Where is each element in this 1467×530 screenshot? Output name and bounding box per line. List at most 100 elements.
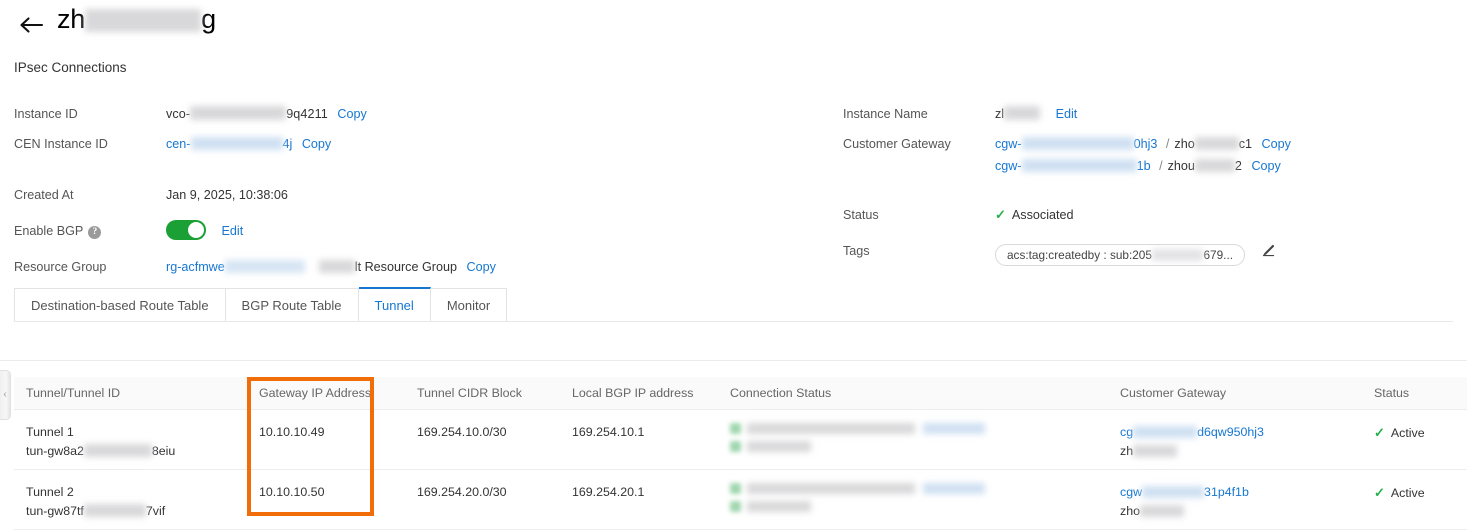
instance-id-redaction	[190, 106, 287, 120]
detail-column-left: Instance ID vco- 9q4211 Copy CEN Instance…	[14, 100, 834, 283]
customer-gateway-1-separator: /	[1165, 137, 1170, 151]
label-cen-instance-id: CEN Instance ID	[14, 137, 108, 151]
check-icon: ✓	[1374, 485, 1385, 500]
status-badge: Active	[1390, 426, 1425, 440]
status-text: Associated	[1011, 208, 1074, 222]
tab-tunnel[interactable]: Tunnel	[358, 287, 431, 322]
tab-monitor[interactable]: Monitor	[430, 288, 508, 322]
cell-local-bgp-ip: 169.254.10.1	[572, 425, 645, 439]
customer-gateway-name-redaction	[1133, 445, 1178, 457]
copy-instance-id-button[interactable]: Copy	[337, 107, 366, 121]
tab-bgp-route-table[interactable]: BGP Route Table	[225, 288, 359, 322]
detail-row-instance-name: Instance Name zl Edit	[843, 100, 1453, 130]
customer-gateway-id-prefix[interactable]: cg	[1120, 425, 1133, 439]
label-instance-id: Instance ID	[14, 107, 78, 121]
enable-bgp-label-text: Enable BGP	[14, 224, 84, 238]
table-row[interactable]: Tunnel 1 tun-gw8a2 8eiu 10.10.10.49 169.2…	[14, 410, 1467, 470]
collapse-handle-glyph: ‹	[3, 389, 7, 400]
cell-customer-gateway: cg d6qw950hj3 zh	[1108, 423, 1362, 461]
check-icon	[730, 423, 741, 434]
copy-resource-group-button[interactable]: Copy	[466, 260, 495, 274]
detail-row-enable-bgp: Enable BGP? Edit	[14, 217, 834, 247]
tab-bar-underline	[14, 321, 1453, 322]
column-header-customer-gateway: Customer Gateway	[1120, 385, 1227, 400]
cen-instance-id-link-suffix[interactable]: 4j	[283, 137, 293, 151]
cen-instance-id-link-prefix[interactable]: cen-	[166, 137, 191, 151]
instance-name-prefix: zl	[995, 107, 1005, 121]
column-header-status: Status	[1374, 385, 1410, 400]
customer-gateway-1-suffix[interactable]: 0hj3	[1134, 137, 1158, 151]
table-row[interactable]: Tunnel 2 tun-gw87tf 7vif 10.10.10.50 169.…	[14, 470, 1467, 530]
customer-gateway-name: zh	[1120, 442, 1350, 461]
page-title-prefix: zh	[57, 4, 86, 34]
customer-gateway-1-name-prefix: zho	[1174, 137, 1195, 151]
label-created-at: Created At	[14, 188, 74, 202]
cell-customer-gateway: cgw 31p4f1b zho	[1108, 483, 1362, 521]
customer-gateway-id: cg d6qw950hj3	[1120, 423, 1350, 442]
cell-tunnel-id: Tunnel 2 tun-gw87tf 7vif	[14, 483, 247, 521]
customer-gateway-2-redaction	[1021, 159, 1137, 172]
value-instance-name: zl Edit	[995, 100, 1453, 126]
cell-connection-status	[718, 483, 1108, 519]
customer-gateway-2-suffix[interactable]: 1b	[1137, 159, 1151, 173]
detail-row-tags: Tags acs:tag:createdby : sub:205 679...	[843, 237, 1453, 267]
check-icon: ✓	[1374, 425, 1385, 440]
copy-cen-instance-id-button[interactable]: Copy	[302, 137, 331, 151]
customer-gateway-entry-2: cgw- 1b / zhou 2 Copy	[995, 154, 1453, 178]
value-enable-bgp: Edit	[166, 217, 834, 243]
label-instance-name: Instance Name	[843, 107, 928, 121]
copy-customer-gateway-2-button[interactable]: Copy	[1251, 159, 1280, 173]
customer-gateway-name-prefix: zho	[1120, 504, 1140, 518]
check-icon	[730, 501, 741, 512]
column-header-tunnel-cidr: Tunnel CIDR Block	[417, 385, 522, 400]
label-status: Status	[843, 208, 879, 222]
chevron-left-icon[interactable]: ‹	[0, 370, 11, 420]
back-arrow-icon[interactable]	[14, 8, 48, 42]
column-header-gateway-ip: Gateway IP Address	[259, 385, 372, 400]
connection-status-line-2	[730, 501, 1096, 512]
edit-instance-name-link[interactable]: Edit	[1056, 107, 1078, 121]
copy-customer-gateway-1-button[interactable]: Copy	[1262, 137, 1291, 151]
customer-gateway-id-redaction	[1142, 486, 1205, 498]
resource-group-suffix: lt Resource Group	[354, 260, 457, 274]
connection-status-redaction-2	[747, 501, 811, 512]
table-header-row: Tunnel/Tunnel ID Gateway IP Address Tunn…	[14, 377, 1467, 410]
value-created-at: Jan 9, 2025, 10:38:06	[166, 188, 288, 202]
customer-gateway-1-name-suffix: c1	[1238, 137, 1253, 151]
tunnel-id-redaction	[83, 444, 152, 457]
customer-gateway-1-name-redaction	[1194, 137, 1239, 150]
detail-row-resource-group: Resource Group rg-acfmwe lt Resource Grou…	[14, 253, 834, 283]
content-divider	[0, 360, 1467, 361]
customer-gateway-2-prefix[interactable]: cgw-	[995, 159, 1022, 173]
page-title: zh g	[57, 4, 216, 35]
check-icon: ✓	[995, 207, 1006, 222]
tunnel-id-prefix: tun-gw8a2	[26, 444, 84, 458]
resource-group-redaction-1	[224, 260, 305, 273]
customer-gateway-id-suffix[interactable]: 31p4f1b	[1204, 485, 1249, 499]
question-mark-icon[interactable]: ?	[88, 226, 102, 239]
tunnel-name: Tunnel 1	[26, 425, 74, 439]
tab-destination-based-route-table[interactable]: Destination-based Route Table	[14, 288, 226, 322]
cell-tunnel-cidr: 169.254.10.0/30	[417, 425, 507, 439]
pencil-icon[interactable]	[1261, 242, 1276, 266]
cell-local-bgp-ip: 169.254.20.1	[572, 485, 645, 499]
cell-status: ✓ Active	[1362, 483, 1467, 503]
status-badge: Active	[1390, 486, 1425, 500]
customer-gateway-id: cgw 31p4f1b	[1120, 483, 1350, 502]
enable-bgp-toggle[interactable]	[166, 220, 206, 240]
column-header-connection-status: Connection Status	[730, 385, 832, 400]
tunnel-id: tun-gw87tf 7vif	[26, 502, 235, 521]
customer-gateway-id-suffix[interactable]: d6qw950hj3	[1197, 425, 1264, 439]
connection-status-redaction-1	[747, 483, 915, 494]
customer-gateway-1-prefix[interactable]: cgw-	[995, 137, 1022, 151]
tab-bar: Destination-based Route Table BGP Route …	[14, 287, 508, 322]
resource-group-link-prefix[interactable]: rg-acfmwe	[166, 260, 225, 274]
resource-group-redaction-2	[318, 260, 355, 273]
edit-bgp-link[interactable]: Edit	[222, 224, 244, 238]
label-tags: Tags	[843, 244, 870, 258]
customer-gateway-entry-1: cgw- 0hj3 / zho c1 Copy	[995, 132, 1453, 156]
customer-gateway-id-prefix[interactable]: cgw	[1120, 485, 1142, 499]
value-instance-id: vco- 9q4211 Copy	[166, 100, 834, 126]
cell-tunnel-cidr: 169.254.20.0/30	[417, 485, 507, 499]
tag-chip[interactable]: acs:tag:createdby : sub:205 679...	[995, 244, 1245, 266]
